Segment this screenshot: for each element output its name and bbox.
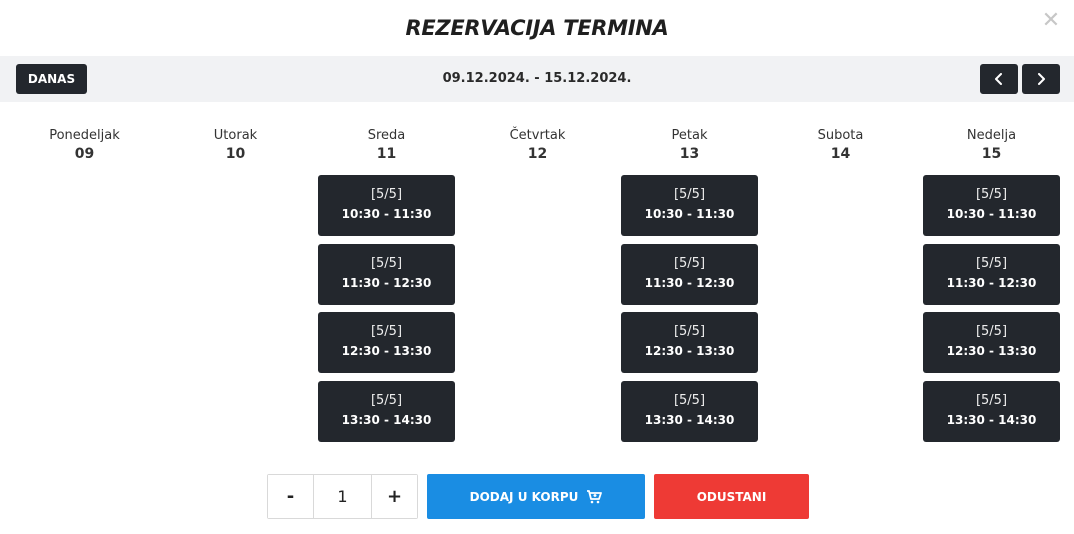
day-number: 15 — [981, 146, 1002, 162]
time-slot[interactable]: [5/5] 12:30 - 13:30 — [318, 312, 455, 373]
modal-title: REZERVACIJA TERMINA — [405, 16, 669, 40]
time-slot[interactable]: [5/5] 11:30 - 12:30 — [318, 244, 455, 305]
slot-capacity: [5/5] — [975, 256, 1008, 271]
chevron-left-icon — [995, 73, 1002, 85]
slot-capacity: [5/5] — [975, 187, 1008, 202]
slot-time: 13:30 - 14:30 — [644, 413, 735, 427]
date-range: 09.12.2024. - 15.12.2024. — [442, 71, 632, 86]
slot-capacity: [5/5] — [370, 187, 403, 202]
day-number: 14 — [830, 146, 851, 162]
slot-capacity: [5/5] — [975, 324, 1008, 339]
time-slot[interactable]: [5/5] 10:30 - 11:30 — [621, 175, 758, 236]
day-header-friday: Petak 13 — [621, 127, 758, 164]
add-to-cart-label: DODAJ U KORPU — [469, 489, 579, 504]
quantity-input[interactable] — [313, 475, 372, 518]
slot-capacity: [5/5] — [673, 324, 706, 339]
chevron-right-icon — [1038, 73, 1045, 85]
day-header-monday: Ponedeljak 09 — [16, 127, 153, 164]
time-slot[interactable]: [5/5] 10:30 - 11:30 — [923, 175, 1060, 236]
day-name: Ponedeljak — [49, 128, 120, 143]
day-number: 11 — [376, 146, 397, 162]
day-header-sunday: Nedelja 15 — [923, 127, 1060, 164]
cart-icon — [587, 489, 603, 503]
close-icon[interactable]: ✕ — [1040, 10, 1062, 32]
slot-capacity: [5/5] — [673, 187, 706, 202]
day-header-thursday: Četvrtak 12 — [469, 127, 606, 164]
slot-time: 13:30 - 14:30 — [946, 413, 1037, 427]
day-header-saturday: Subota 14 — [772, 127, 909, 164]
slot-capacity: [5/5] — [370, 393, 403, 408]
slot-capacity: [5/5] — [370, 256, 403, 271]
day-number: 10 — [225, 146, 246, 162]
slot-time: 13:30 - 14:30 — [341, 413, 432, 427]
cancel-button[interactable]: ODUSTANI — [654, 474, 809, 519]
today-button[interactable]: DANAS — [16, 64, 87, 94]
next-week-button[interactable] — [1022, 64, 1060, 94]
time-slot[interactable]: [5/5] 10:30 - 11:30 — [318, 175, 455, 236]
time-slot[interactable]: [5/5] 13:30 - 14:30 — [621, 381, 758, 442]
slot-capacity: [5/5] — [673, 256, 706, 271]
slot-time: 12:30 - 13:30 — [946, 344, 1037, 358]
time-slot[interactable]: [5/5] 11:30 - 12:30 — [621, 244, 758, 305]
day-header-tuesday: Utorak 10 — [167, 127, 304, 164]
time-slot[interactable]: [5/5] 12:30 - 13:30 — [621, 312, 758, 373]
slot-time: 10:30 - 11:30 — [644, 207, 735, 221]
prev-week-button[interactable] — [980, 64, 1018, 94]
slot-capacity: [5/5] — [975, 393, 1008, 408]
time-slot[interactable]: [5/5] 11:30 - 12:30 — [923, 244, 1060, 305]
day-name: Četvrtak — [509, 128, 566, 143]
day-header-wednesday: Sreda 11 — [318, 127, 455, 164]
slot-time: 11:30 - 12:30 — [341, 276, 432, 290]
time-slot[interactable]: [5/5] 13:30 - 14:30 — [318, 381, 455, 442]
day-name: Petak — [671, 128, 708, 143]
day-number: 09 — [74, 146, 95, 162]
quantity-stepper: - + — [267, 474, 418, 519]
slot-capacity: [5/5] — [370, 324, 403, 339]
slot-time: 10:30 - 11:30 — [341, 207, 432, 221]
slot-time: 12:30 - 13:30 — [341, 344, 432, 358]
day-number: 12 — [527, 146, 548, 162]
day-number: 13 — [679, 146, 700, 162]
day-name: Sreda — [367, 128, 406, 143]
slot-time: 11:30 - 12:30 — [644, 276, 735, 290]
day-name: Subota — [817, 128, 864, 143]
day-name: Utorak — [213, 128, 258, 143]
increment-button[interactable]: + — [372, 475, 417, 518]
slot-capacity: [5/5] — [673, 393, 706, 408]
add-to-cart-button[interactable]: DODAJ U KORPU — [427, 474, 645, 519]
time-slot[interactable]: [5/5] 12:30 - 13:30 — [923, 312, 1060, 373]
slot-time: 11:30 - 12:30 — [946, 276, 1037, 290]
decrement-button[interactable]: - — [268, 475, 313, 518]
week-toolbar: 09.12.2024. - 15.12.2024. DANAS — [0, 56, 1074, 102]
slot-time: 12:30 - 13:30 — [644, 344, 735, 358]
time-slot[interactable]: [5/5] 13:30 - 14:30 — [923, 381, 1060, 442]
day-name: Nedelja — [966, 128, 1017, 143]
slot-time: 10:30 - 11:30 — [946, 207, 1037, 221]
